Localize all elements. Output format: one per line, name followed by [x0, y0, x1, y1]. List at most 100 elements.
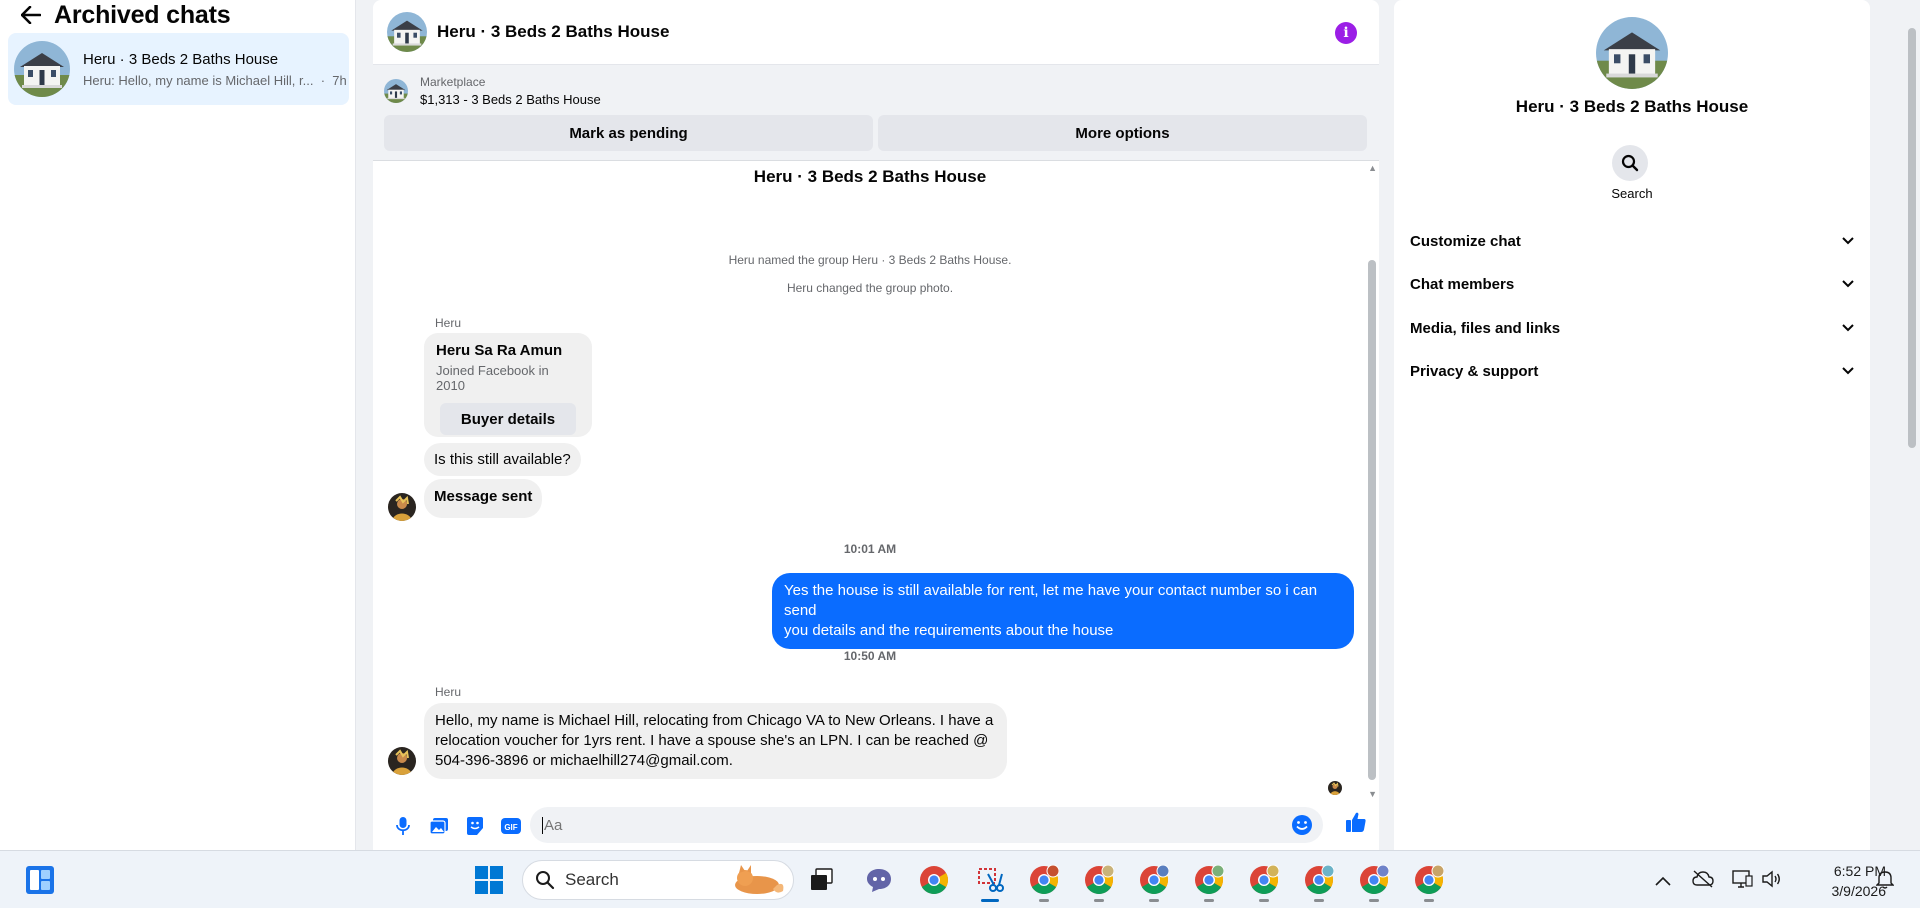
- buyer-card: Heru Sa Ra Amun Joined Facebook in 2010 …: [424, 333, 592, 437]
- group-photo[interactable]: [1596, 17, 1668, 89]
- chrome-profile-icon[interactable]: [1193, 864, 1225, 902]
- clock-time: 6:52 PM: [1833, 863, 1886, 879]
- network-icon[interactable]: [1731, 869, 1753, 894]
- user-avatar[interactable]: [388, 493, 416, 521]
- sender-name: Heru: [435, 685, 462, 699]
- info-icon[interactable]: i: [1335, 22, 1357, 44]
- chevron-down-icon: [1842, 367, 1854, 375]
- show-hidden-icons-icon[interactable]: [1655, 873, 1671, 891]
- clock-date: 3/9/2026: [1831, 883, 1887, 899]
- chat-members-section[interactable]: Chat members: [1410, 266, 1854, 302]
- listing-title[interactable]: $1,313 - 3 Beds 2 Baths House: [420, 92, 601, 107]
- scroll-up-icon[interactable]: ▲: [1368, 163, 1377, 173]
- chat-name: Heru · 3 Beds 2 Baths House: [83, 50, 279, 68]
- conversation-panel: Heru · 3 Beds 2 Baths House i Marketplac…: [373, 0, 1379, 850]
- media-files-links-section[interactable]: Media, files and links: [1410, 310, 1854, 346]
- running-app-indicator: [1314, 899, 1324, 902]
- photo-icon[interactable]: [421, 808, 457, 844]
- message-bubble[interactable]: Message sent: [424, 479, 543, 518]
- thumbs-up-icon[interactable]: [1345, 811, 1367, 838]
- sidebar-title: Archived chats: [54, 0, 231, 29]
- mark-as-pending-button[interactable]: Mark as pending: [384, 115, 873, 151]
- chrome-profile-icon[interactable]: [1083, 864, 1115, 902]
- chrome-profile-icon[interactable]: [1248, 864, 1280, 902]
- chrome-profile-icon[interactable]: [1138, 864, 1170, 902]
- page-scrollbar[interactable]: [1904, 0, 1920, 850]
- gif-icon[interactable]: GIF: [493, 808, 529, 844]
- snipping-tool-icon[interactable]: [974, 864, 1006, 902]
- sticker-icon[interactable]: [457, 808, 493, 844]
- running-app-indicator: [1094, 899, 1104, 902]
- message-bubble[interactable]: Is this still available?: [424, 443, 581, 476]
- buyer-details-button[interactable]: Buyer details: [440, 403, 576, 435]
- timestamp-separator: 10:50 AM: [843, 649, 897, 663]
- message-scrollbar[interactable]: ▲ ▼: [1365, 161, 1379, 801]
- widgets-icon[interactable]: [25, 865, 55, 895]
- microphone-icon[interactable]: [385, 808, 421, 844]
- message-line: relocation voucher for 1yrs rent. I have…: [435, 732, 989, 749]
- running-app-indicator: [1259, 899, 1269, 902]
- message-line: 504-396-3896 or michaelhill274@gmail.com…: [435, 752, 733, 769]
- message-input[interactable]: [530, 807, 1323, 843]
- composer: GIF: [373, 801, 1379, 850]
- buyer-name: Heru Sa Ra Amun: [436, 342, 563, 359]
- chat-preview-text: Heru: Hello, my name is Michael Hill, r.…: [83, 72, 314, 88]
- taskbar-search[interactable]: Search: [522, 860, 794, 900]
- customize-chat-section[interactable]: Customize chat: [1410, 223, 1854, 259]
- taskbar-clock[interactable]: 6:52 PM 3/9/2026: [1796, 861, 1887, 901]
- chrome-profile-icon[interactable]: [1303, 864, 1335, 902]
- privacy-support-section[interactable]: Privacy & support: [1410, 353, 1854, 389]
- conversation-header: Heru · 3 Beds 2 Baths House i: [373, 0, 1379, 65]
- buyer-joined: Joined Facebook in 2010: [436, 363, 549, 393]
- notifications-bell-icon[interactable]: [1875, 869, 1895, 894]
- running-app-indicator: [1424, 899, 1434, 902]
- message-text-field[interactable]: [544, 816, 1247, 834]
- marketplace-label: Marketplace: [420, 75, 486, 89]
- search-highlight-fox-icon: [735, 865, 784, 894]
- volume-icon[interactable]: [1761, 869, 1783, 894]
- chrome-profile-icon[interactable]: [1413, 864, 1445, 902]
- emoji-icon[interactable]: [1291, 814, 1313, 840]
- thread-title: Heru · 3 Beds 2 Baths House: [753, 167, 987, 186]
- chat-list-item[interactable]: Heru · 3 Beds 2 Baths House Heru: Hello,…: [8, 33, 349, 105]
- start-menu-icon[interactable]: [474, 865, 504, 900]
- scroll-thumb[interactable]: [1368, 260, 1376, 780]
- section-label: Customize chat: [1410, 232, 1521, 250]
- more-options-button[interactable]: More options: [878, 115, 1367, 151]
- search-label: Search: [1611, 186, 1653, 201]
- scroll-down-icon[interactable]: ▼: [1368, 789, 1377, 799]
- running-app-indicator: [1149, 899, 1159, 902]
- my-message-bubble[interactable]: Yes the house is still available for ren…: [772, 573, 1354, 649]
- conversation-title[interactable]: Heru · 3 Beds 2 Baths House: [437, 22, 669, 42]
- message-bubble[interactable]: Hello, my name is Michael Hill, relocati…: [424, 703, 1007, 779]
- chrome-profile-icon[interactable]: [1028, 864, 1060, 902]
- search-icon[interactable]: [1612, 145, 1648, 181]
- section-label: Chat members: [1410, 275, 1515, 293]
- running-app-indicator: [1039, 899, 1049, 902]
- sidebar-header: Archived chats: [0, 0, 355, 30]
- message-line: Hello, my name is Michael Hill, relocati…: [435, 712, 994, 729]
- task-view-icon[interactable]: [806, 864, 838, 896]
- onedrive-offline-icon[interactable]: [1692, 870, 1714, 893]
- running-app-indicator: [1204, 899, 1214, 902]
- active-app-indicator: [981, 899, 999, 902]
- marketplace-bar: Marketplace $1,313 - 3 Beds 2 Baths Hous…: [373, 65, 1379, 161]
- chrome-profile-icon[interactable]: [1358, 864, 1390, 902]
- system-message: Heru changed the group photo.: [786, 281, 954, 295]
- text-cursor: [542, 816, 543, 834]
- user-avatar[interactable]: [388, 747, 416, 775]
- listing-thumbnail: [384, 79, 408, 103]
- page-scroll-thumb[interactable]: [1908, 28, 1916, 448]
- chrome-icon[interactable]: [918, 864, 950, 896]
- chevron-down-icon: [1842, 280, 1854, 288]
- chat-info-panel: Heru · 3 Beds 2 Baths House Search Custo…: [1394, 0, 1870, 850]
- teams-chat-icon[interactable]: [863, 864, 895, 896]
- chat-preview-separator: ·: [317, 72, 329, 88]
- back-arrow-icon[interactable]: [18, 2, 44, 28]
- archived-chats-sidebar: Archived chats Heru · 3 Beds 2 Baths Hou…: [0, 0, 356, 850]
- message-line: Yes the house is still available for ren…: [784, 582, 1318, 619]
- svg-text:GIF: GIF: [504, 823, 517, 832]
- chat-preview: Heru: Hello, my name is Michael Hill, r.…: [83, 73, 347, 88]
- conversation-avatar[interactable]: [387, 12, 427, 52]
- windows-taskbar: Search 6:52 PM 3/9/2026: [0, 850, 1920, 908]
